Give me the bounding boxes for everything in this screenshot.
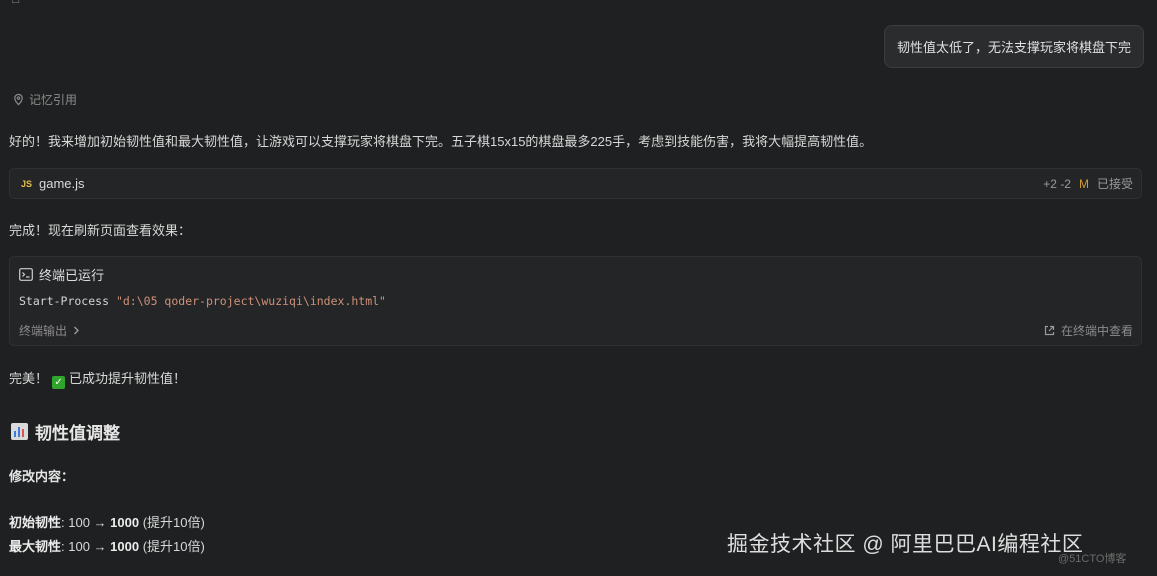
view-in-terminal-button[interactable]: 在终端中查看 [1044, 322, 1133, 339]
detail-line-initial: 初始韧性: 100 → 1000 (提升10倍) [9, 512, 205, 531]
terminal-command: Start-Process "d:\05 qoder-project\wuziq… [19, 294, 386, 308]
success-line: 完美！ ✓ 已成功提升韧性值！ [9, 368, 186, 389]
detail-to: 1000 [110, 515, 140, 530]
top-partial-icon: □ [12, 0, 19, 6]
detail-from: : 100 → [61, 515, 111, 530]
terminal-output-label: 终端输出 [19, 324, 68, 338]
chevron-right-icon [74, 326, 80, 335]
detail-note: (提升10倍) [139, 539, 205, 554]
memory-label: 记忆引用 [29, 93, 78, 107]
detail-to: 1000 [110, 539, 140, 554]
detail-note: (提升10倍) [139, 515, 205, 530]
terminal-icon [19, 268, 33, 281]
terminal-title: 终端已运行 [39, 268, 105, 283]
detail-label: 初始韧性 [9, 515, 62, 530]
terminal-card: 终端已运行 Start-Process "d:\05 qoder-project… [9, 256, 1142, 346]
memory-reference[interactable]: 记忆引用 [12, 91, 77, 108]
success-text: 已成功提升韧性值！ [69, 371, 187, 386]
modify-label: 修改内容： [9, 469, 75, 484]
terminal-output-toggle[interactable]: 终端输出 [19, 322, 82, 339]
watermark: 掘金技术社区 @ 阿里巴巴AI编程社区 [727, 533, 1084, 556]
success-prefix: 完美！ [9, 371, 49, 386]
section-heading: 韧性值调整 [11, 419, 120, 444]
modified-badge: M [1078, 176, 1089, 191]
file-change-card[interactable]: JS game.js +2 -2 M 已接受 [9, 168, 1142, 199]
location-pin-icon [14, 93, 23, 106]
section-heading-text: 韧性值调整 [35, 424, 120, 443]
bar-chart-icon [11, 423, 28, 440]
command-argument: "d:\05 qoder-project\wuziqi\index.html" [115, 294, 386, 308]
user-message-bubble: 韧性值太低了，无法支撑玩家将棋盘下完 [883, 25, 1144, 68]
done-text: 完成！现在刷新页面查看效果： [9, 223, 192, 238]
accepted-status: 已接受 [1096, 177, 1133, 191]
detail-line-max: 最大韧性: 100 → 1000 (提升10倍) [9, 536, 205, 555]
detail-label: 最大韧性 [9, 539, 62, 554]
assistant-intro-text: 好的！我来增加初始韧性值和最大韧性值，让游戏可以支撑玩家将棋盘下完。五子棋15x… [9, 134, 873, 149]
check-mark-icon: ✓ [52, 376, 66, 389]
chat-panel: □ 韧性值太低了，无法支撑玩家将棋盘下完 记忆引用 好的！我来增加初始韧性值和最… [0, 0, 1157, 576]
file-name[interactable]: game.js [39, 176, 85, 191]
command-name: Start-Process [19, 294, 110, 308]
watermark-small: @51CTO博客 [1058, 553, 1127, 565]
js-file-icon: JS [21, 178, 33, 189]
view-in-terminal-label: 在终端中查看 [1060, 324, 1133, 338]
detail-from: : 100 → [61, 539, 111, 554]
external-link-icon [1044, 325, 1055, 336]
diff-stats: +2 -2 [1043, 176, 1071, 191]
